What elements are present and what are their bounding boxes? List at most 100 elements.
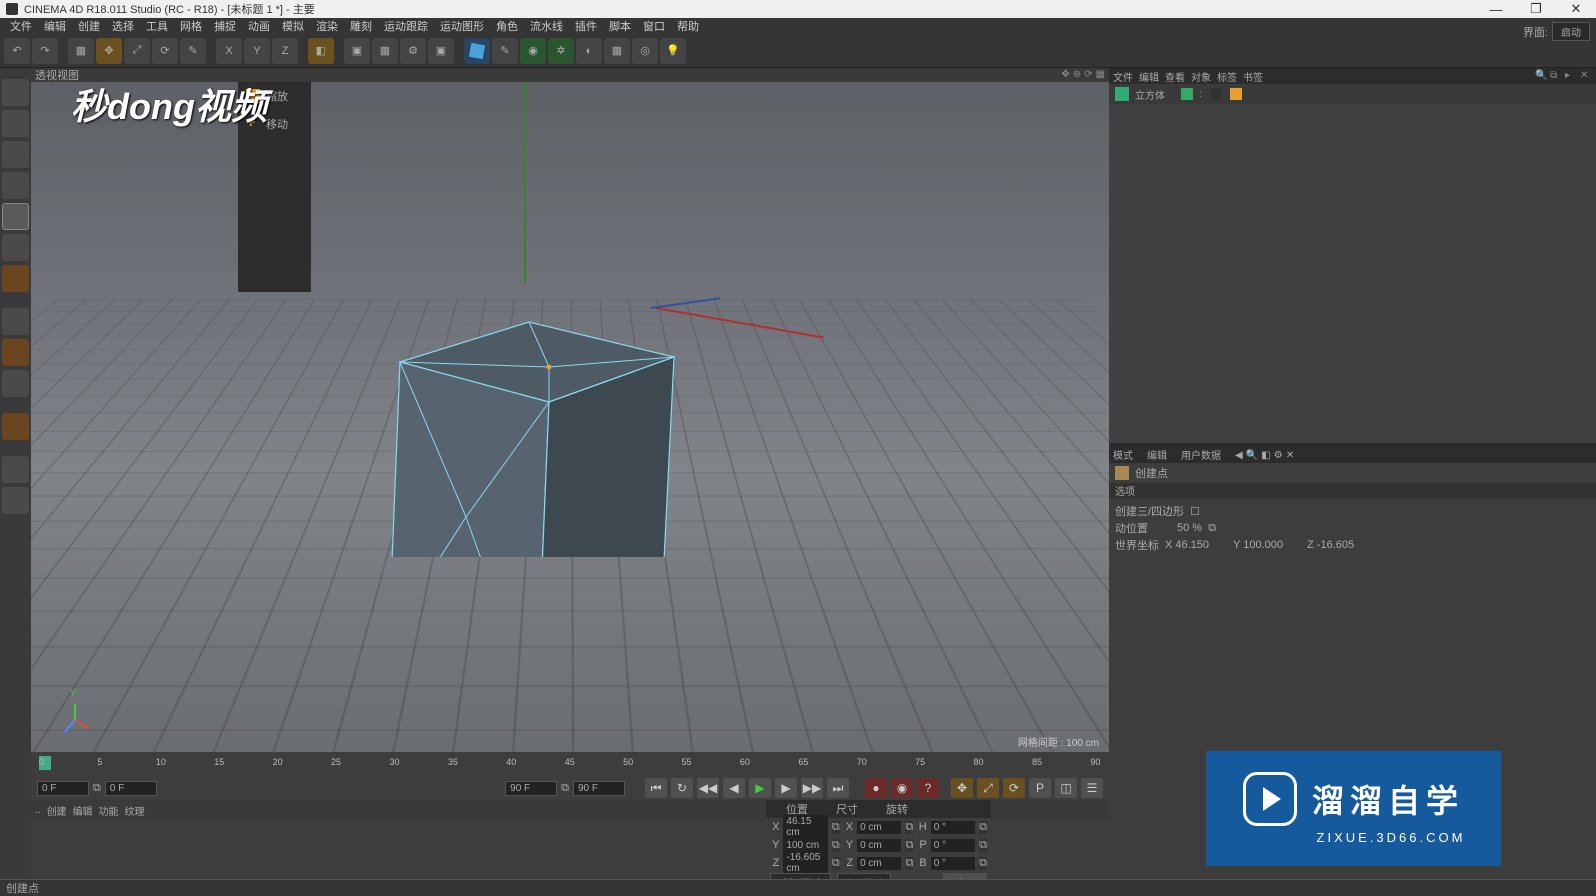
menu-character[interactable]: 角色 xyxy=(490,18,524,34)
points-mode-button[interactable] xyxy=(2,203,29,230)
key-param-button[interactable]: P xyxy=(1029,778,1051,798)
add-pen-button[interactable]: ✎ xyxy=(492,38,518,64)
lock-z-button[interactable]: Z xyxy=(272,38,298,64)
mat-function[interactable]: 功能 xyxy=(99,803,119,818)
spinner-icon[interactable]: ⧉ xyxy=(93,782,101,795)
menu-render[interactable]: 渲染 xyxy=(310,18,344,34)
mat-edit[interactable]: 编辑 xyxy=(73,803,93,818)
opt2-spinner[interactable]: ⧉ xyxy=(1208,522,1216,535)
make-editable-button[interactable] xyxy=(2,79,29,106)
object-name-label[interactable]: 立方体 xyxy=(1135,87,1165,102)
coord-p-rot[interactable]: 0 ° xyxy=(931,839,975,852)
coord-y-pos[interactable]: 100 cm xyxy=(783,839,827,852)
frame-end-field[interactable]: 90 F xyxy=(573,781,625,796)
menu-mesh[interactable]: 网格 xyxy=(174,18,208,34)
om-tab-file[interactable]: 文件 xyxy=(1113,69,1133,84)
object-tree-empty[interactable] xyxy=(1109,104,1596,443)
om-tab-tags[interactable]: 标签 xyxy=(1217,69,1237,84)
coord-z-size[interactable]: 0 cm xyxy=(857,857,901,870)
redo-button[interactable]: ↷ xyxy=(32,38,58,64)
menu-animate[interactable]: 动画 xyxy=(242,18,276,34)
texture-mode-button[interactable] xyxy=(2,141,29,168)
mat-texture[interactable]: 纹理 xyxy=(125,803,145,818)
prev-key-button[interactable]: ◀◀ xyxy=(697,778,719,798)
coord-system-button[interactable]: ◧ xyxy=(308,38,334,64)
attr-lock-icon[interactable]: ⚙ xyxy=(1274,450,1283,461)
coord-x-size[interactable]: 0 cm xyxy=(857,821,901,834)
om-tab-object[interactable]: 对象 xyxy=(1191,69,1211,84)
frame-preview-start[interactable]: 0 F xyxy=(105,781,157,796)
spin[interactable]: ⧉ xyxy=(979,839,987,852)
object-phong-tag[interactable] xyxy=(1230,88,1242,100)
goto-end-button[interactable]: ⏭ xyxy=(827,778,849,798)
render-region-button[interactable]: ▦ xyxy=(372,38,398,64)
attr-back-icon[interactable]: ◀ xyxy=(1235,450,1243,461)
om-close-icon[interactable]: ✕ xyxy=(1580,70,1592,82)
workplane-button[interactable] xyxy=(2,172,29,199)
object-vis-tag[interactable] xyxy=(1181,88,1193,100)
frame-start-field[interactable]: 0 F xyxy=(37,781,89,796)
rotate-button[interactable]: ⟳ xyxy=(152,38,178,64)
add-cube-button[interactable] xyxy=(464,38,490,64)
add-light-button[interactable]: 💡 xyxy=(660,38,686,64)
attr-search-icon[interactable]: 🔍 xyxy=(1246,450,1258,461)
menu-tools[interactable]: 工具 xyxy=(140,18,174,34)
loop-button[interactable]: ↻ xyxy=(671,778,693,798)
close-button[interactable]: ✕ xyxy=(1556,0,1596,18)
viewport-pan-icon[interactable]: ✥ xyxy=(1061,69,1069,80)
coord-b-rot[interactable]: 0 ° xyxy=(931,857,975,870)
viewport-toggle-icon[interactable]: ▦ xyxy=(1096,69,1105,80)
spin[interactable]: ⧉ xyxy=(979,821,987,834)
menu-select[interactable]: 选择 xyxy=(106,18,140,34)
timeline[interactable]: 0 5 10 15 20 25 30 35 40 45 50 55 60 65 … xyxy=(31,752,1109,776)
spin[interactable]: ⧉ xyxy=(905,821,913,834)
prev-frame-button[interactable]: ◀ xyxy=(723,778,745,798)
render-settings-button[interactable]: ⚙ xyxy=(400,38,426,64)
menu-script[interactable]: 脚本 xyxy=(603,18,637,34)
attr-new-icon[interactable]: ◧ xyxy=(1261,450,1270,461)
coord-y-size[interactable]: 0 cm xyxy=(857,839,901,852)
attr-tab-mode[interactable]: 模式 xyxy=(1113,447,1133,462)
render-view-button[interactable]: ▣ xyxy=(344,38,370,64)
add-camera-button[interactable]: ◎ xyxy=(632,38,658,64)
add-generator-button[interactable]: ✲ xyxy=(548,38,574,64)
menu-window[interactable]: 窗口 xyxy=(637,18,671,34)
frame-preview-end[interactable]: 90 F xyxy=(505,781,557,796)
maximize-button[interactable]: ❐ xyxy=(1516,0,1556,18)
om-search-icon[interactable]: 🔍 xyxy=(1535,70,1547,82)
coord-h-rot[interactable]: 0 ° xyxy=(931,821,975,834)
object-row-cube[interactable]: 立方体 : xyxy=(1109,84,1596,104)
object-vis-dots[interactable]: : xyxy=(1199,88,1202,100)
om-arrow-icon[interactable]: ▸ xyxy=(1565,70,1577,82)
spinner-icon-2[interactable]: ⧉ xyxy=(561,782,569,795)
planar-workplane-button[interactable] xyxy=(2,487,29,514)
opt2-value[interactable]: 50 % xyxy=(1177,522,1202,534)
lock-x-button[interactable]: X xyxy=(216,38,242,64)
menu-track[interactable]: 运动跟踪 xyxy=(378,18,434,34)
axis-button[interactable] xyxy=(2,308,29,335)
autokey-button[interactable]: ◉ xyxy=(891,778,913,798)
next-frame-button[interactable]: ▶ xyxy=(775,778,797,798)
spin[interactable]: ⧉ xyxy=(905,839,913,852)
opt1-checkbox[interactable]: ☐ xyxy=(1190,505,1200,518)
goto-start-button[interactable]: ⏮ xyxy=(645,778,667,798)
mat-create[interactable]: 创建 xyxy=(47,803,67,818)
coord-x-pos[interactable]: 46.15 cm xyxy=(783,815,827,839)
key-pla-button[interactable]: ◫ xyxy=(1055,778,1077,798)
attr-close-icon[interactable]: ✕ xyxy=(1286,450,1294,461)
attr-section[interactable]: 选项 xyxy=(1109,483,1596,499)
menu-create[interactable]: 创建 xyxy=(72,18,106,34)
attr-tab-userdata[interactable]: 用户数据 xyxy=(1181,447,1221,462)
cube-object[interactable] xyxy=(381,237,681,557)
attr-tab-edit[interactable]: 编辑 xyxy=(1147,447,1167,462)
play-button[interactable]: ▶ xyxy=(749,778,771,798)
om-tab-view[interactable]: 查看 xyxy=(1165,69,1185,84)
key-rot-button[interactable]: ⟳ xyxy=(1003,778,1025,798)
spin[interactable]: ⧉ xyxy=(832,857,840,870)
spin[interactable]: ⧉ xyxy=(979,857,987,870)
scale-button[interactable]: ⤢ xyxy=(124,38,150,64)
add-environment-button[interactable]: ▦ xyxy=(604,38,630,64)
menu-plugins[interactable]: 插件 xyxy=(569,18,603,34)
live-select-button[interactable]: ▦ xyxy=(68,38,94,64)
minimize-button[interactable]: — xyxy=(1476,0,1516,18)
